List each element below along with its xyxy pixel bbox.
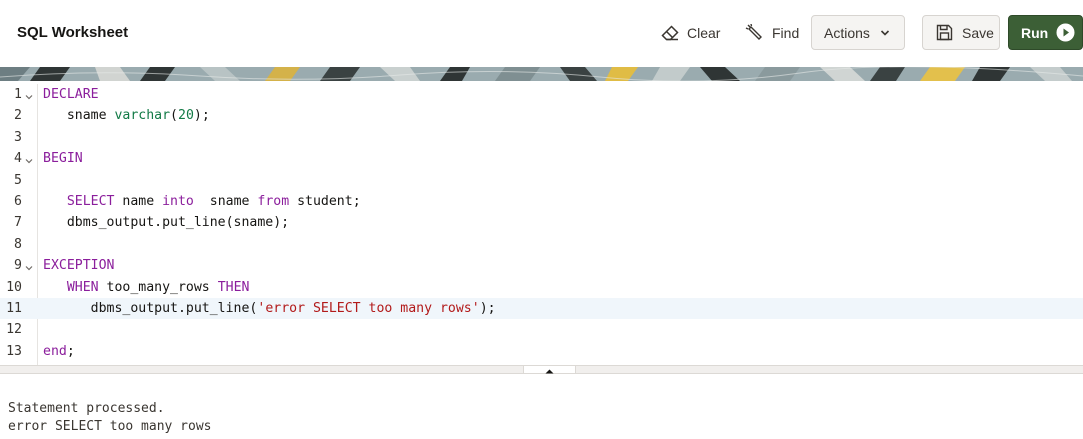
decorative-banner bbox=[0, 67, 1083, 81]
script-output-pane: Statement processed. error SELECT too ma… bbox=[0, 374, 1083, 439]
code-token: ); bbox=[193, 108, 210, 124]
code-token: ; bbox=[66, 343, 75, 359]
code-line[interactable]: 10 WHEN too_many_rows THEN bbox=[0, 277, 1083, 298]
collapse-output-handle[interactable] bbox=[523, 365, 576, 374]
fold-chevron-icon[interactable] bbox=[25, 90, 33, 100]
keyword-token: BEGIN bbox=[43, 151, 83, 167]
code-line[interactable]: 7 dbms_output.put_line(sname); bbox=[0, 212, 1083, 233]
actions-label: Actions bbox=[824, 24, 870, 41]
output-line: Statement processed. bbox=[8, 401, 165, 416]
keyword-token: EXCEPTION bbox=[43, 258, 115, 274]
clear-button[interactable]: Clear bbox=[654, 15, 726, 50]
code-line[interactable]: 13 end; bbox=[0, 341, 1083, 362]
output-line: error SELECT too many rows bbox=[8, 419, 212, 434]
line-number: 13 bbox=[6, 343, 22, 359]
code-token: name bbox=[114, 194, 163, 209]
code-token: sname bbox=[193, 194, 258, 209]
line-number: 3 bbox=[14, 129, 22, 145]
code-editor[interactable]: 1 DECLARE 2 sname varchar(20); 3 4 BEGIN 5 6 SE… bbox=[0, 84, 1083, 365]
keyword-token: from bbox=[257, 194, 290, 209]
clear-label: Clear bbox=[687, 24, 721, 41]
code-token: too_many_rows bbox=[98, 279, 218, 295]
save-button[interactable]: Save bbox=[922, 15, 1000, 50]
code-token: dbms_output.put_line(sname); bbox=[43, 215, 290, 231]
flashlight-icon bbox=[745, 23, 765, 42]
code-token: sname bbox=[43, 108, 115, 124]
save-label: Save bbox=[962, 24, 994, 41]
code-token: ); bbox=[479, 301, 496, 316]
chevron-down-icon bbox=[880, 29, 890, 37]
line-number: 9 bbox=[14, 258, 22, 274]
floppy-disk-icon bbox=[936, 24, 953, 41]
run-button[interactable]: Run bbox=[1008, 15, 1083, 50]
code-text: WHEN too_many_rows THEN bbox=[43, 277, 250, 298]
code-line[interactable]: 8 bbox=[0, 234, 1083, 255]
code-token: dbms_output.put_line( bbox=[43, 301, 258, 316]
code-token: ( bbox=[170, 108, 178, 124]
actions-menu-button[interactable]: Actions bbox=[811, 15, 905, 50]
run-label: Run bbox=[1021, 24, 1049, 41]
line-number: 10 bbox=[6, 279, 22, 295]
line-number: 5 bbox=[14, 172, 22, 188]
worksheet-header: SQL Worksheet Clear Find Actions Save Ru… bbox=[0, 0, 1083, 67]
code-line[interactable]: 6 SELECT name into sname from student; bbox=[0, 191, 1083, 212]
find-button[interactable]: Find bbox=[739, 15, 805, 50]
code-text: DECLARE bbox=[43, 84, 99, 105]
code-line[interactable]: 11 dbms_output.put_line('error SELECT to… bbox=[0, 298, 1083, 320]
code-text: end; bbox=[43, 341, 75, 362]
line-number: 11 bbox=[6, 301, 22, 316]
line-number: 8 bbox=[14, 236, 22, 252]
code-line[interactable]: 1 DECLARE bbox=[0, 84, 1083, 105]
code-line[interactable]: 4 BEGIN bbox=[0, 148, 1083, 169]
keyword-token: WHEN bbox=[66, 279, 99, 295]
find-label: Find bbox=[772, 24, 800, 41]
line-number: 6 bbox=[14, 194, 22, 209]
line-number: 1 bbox=[14, 87, 22, 102]
code-text: BEGIN bbox=[43, 148, 83, 169]
page-title: SQL Worksheet bbox=[17, 24, 129, 41]
line-number: 12 bbox=[6, 322, 22, 338]
pane-splitter[interactable] bbox=[0, 365, 1083, 374]
code-text: EXCEPTION bbox=[43, 255, 114, 276]
code-text: dbms_output.put_line(sname); bbox=[43, 212, 289, 233]
code-line[interactable]: 3 bbox=[0, 127, 1083, 148]
code-line[interactable]: 2 sname varchar(20); bbox=[0, 105, 1083, 126]
string-token: 'error SELECT too many rows' bbox=[257, 301, 480, 316]
type-token: varchar bbox=[114, 108, 171, 124]
line-number: 7 bbox=[14, 215, 22, 231]
code-token: student; bbox=[289, 194, 361, 209]
fold-chevron-icon[interactable] bbox=[25, 154, 33, 164]
code-line[interactable]: 5 bbox=[0, 170, 1083, 191]
keyword-token: THEN bbox=[217, 279, 250, 295]
code-text: SELECT name into sname from student; bbox=[43, 191, 361, 212]
type-token: 20 bbox=[178, 108, 194, 124]
eraser-icon bbox=[660, 24, 680, 42]
code-text: dbms_output.put_line('error SELECT too m… bbox=[43, 298, 496, 319]
code-line[interactable]: 12 bbox=[0, 319, 1083, 340]
keyword-token: SELECT bbox=[66, 194, 115, 209]
line-number: 2 bbox=[14, 108, 22, 124]
fold-chevron-icon[interactable] bbox=[25, 261, 33, 271]
code-line[interactable]: 9 EXCEPTION bbox=[0, 255, 1083, 276]
keyword-token: DECLARE bbox=[43, 87, 99, 102]
keyword-token: into bbox=[162, 194, 194, 209]
play-circle-icon bbox=[1056, 23, 1075, 42]
keyword-token: end bbox=[43, 343, 67, 359]
code-text: sname varchar(20); bbox=[43, 105, 210, 126]
line-number: 4 bbox=[14, 151, 22, 167]
